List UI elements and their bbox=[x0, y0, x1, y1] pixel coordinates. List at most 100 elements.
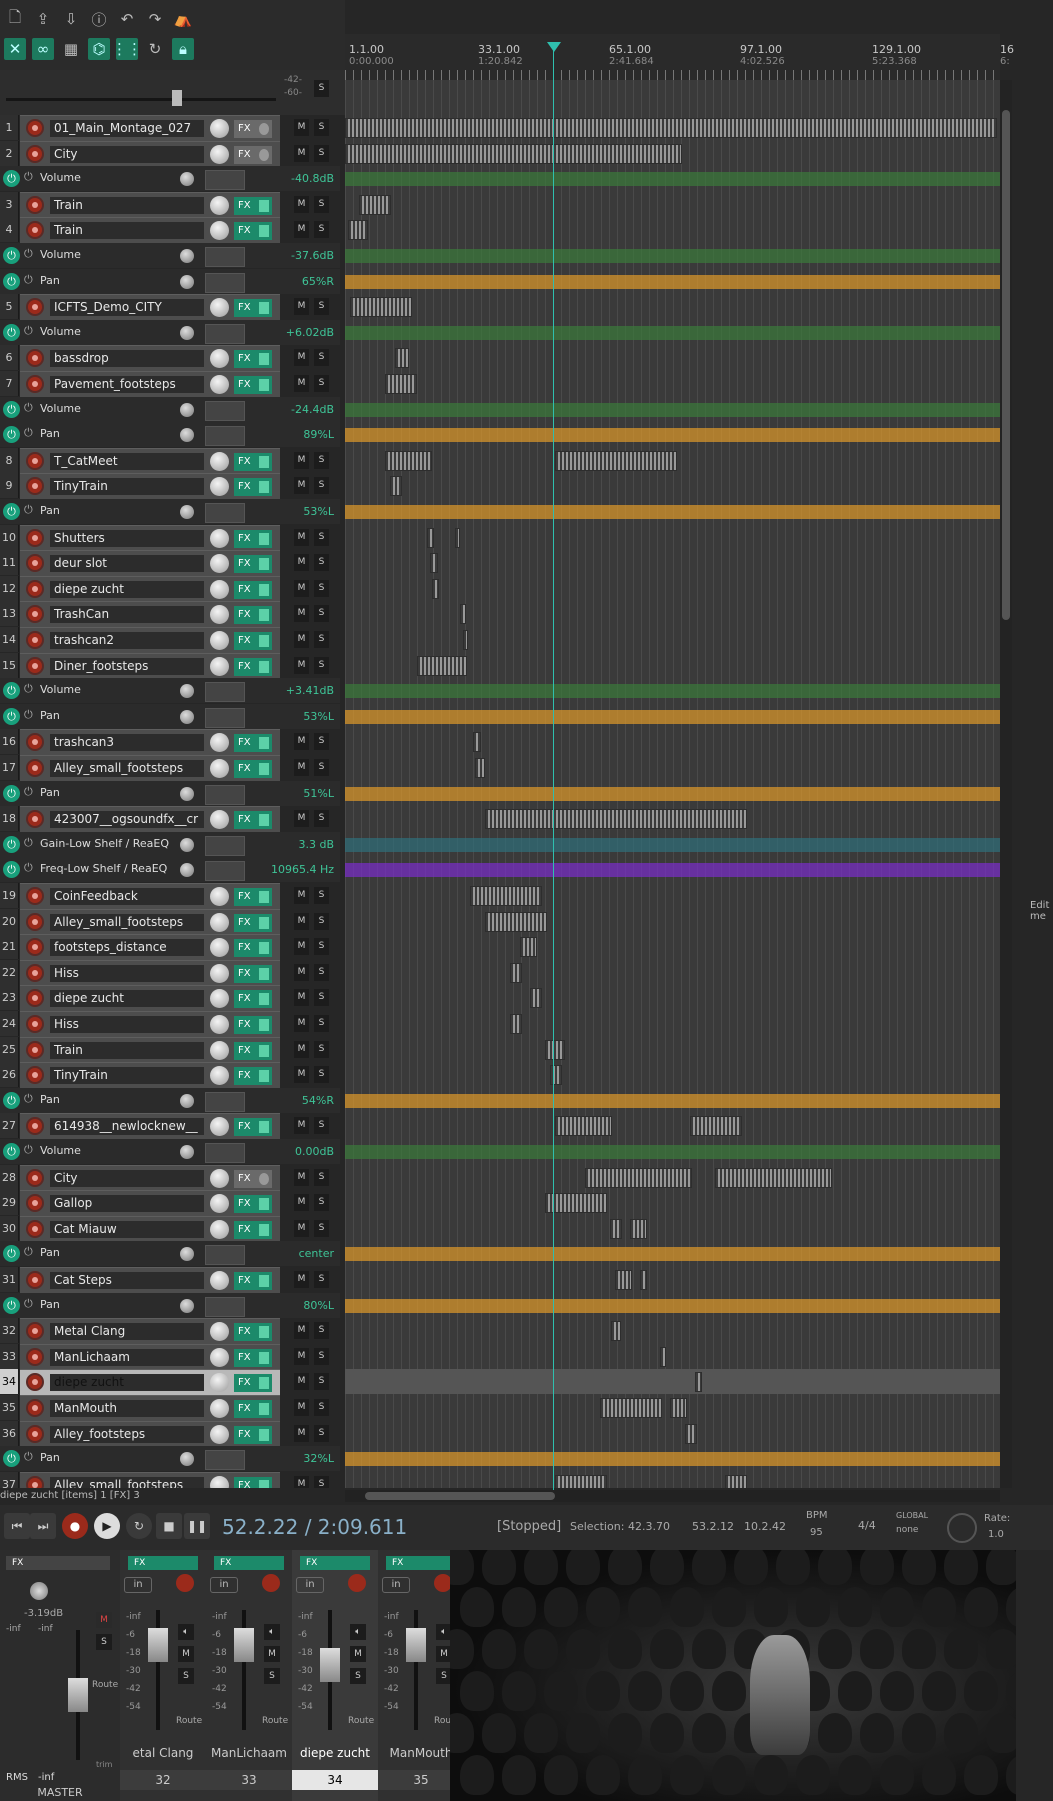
track-lane[interactable] bbox=[345, 345, 1000, 370]
mixer-strip[interactable]: FX in -inf -6 -18 -30 -42 -54 🔈︎ M S Route ManLichaa… bbox=[206, 1550, 293, 1801]
envelope-mode-box[interactable] bbox=[205, 1143, 245, 1163]
track-row[interactable]: 19 CoinFeedback FX M S bbox=[0, 883, 340, 909]
track-row[interactable]: 11 deur slot FX M S bbox=[0, 550, 340, 577]
envelope-lane-area[interactable] bbox=[345, 243, 1000, 268]
media-item[interactable] bbox=[510, 1014, 522, 1034]
envelope-lane-area[interactable] bbox=[345, 857, 1000, 882]
track-name-field[interactable]: trashcan3 bbox=[50, 734, 204, 752]
volume-knob[interactable] bbox=[210, 1194, 229, 1214]
playhead-cursor[interactable] bbox=[553, 42, 554, 1490]
record-arm-button[interactable] bbox=[26, 1194, 44, 1213]
automation-envelope[interactable] bbox=[345, 402, 1000, 417]
envelope-mode-box[interactable] bbox=[205, 707, 245, 728]
track-name-field[interactable]: 01_Main_Montage_027 bbox=[50, 120, 204, 137]
solo-button[interactable]: S bbox=[314, 887, 329, 904]
track-row[interactable]: 24 Hiss FX M S bbox=[0, 1011, 340, 1037]
automation-envelope[interactable] bbox=[345, 837, 1000, 852]
track-lane[interactable] bbox=[345, 141, 1000, 166]
envelope-knob[interactable] bbox=[180, 837, 194, 852]
fx-button[interactable]: FX bbox=[234, 1400, 272, 1418]
track-number[interactable]: 33 bbox=[0, 1343, 19, 1369]
track-lane[interactable] bbox=[345, 371, 1000, 396]
master-mute-button[interactable]: M bbox=[96, 1612, 112, 1628]
media-item[interactable] bbox=[545, 1039, 565, 1060]
envelope-lane-area[interactable] bbox=[345, 422, 1000, 447]
media-item[interactable] bbox=[348, 220, 368, 241]
video-window[interactable] bbox=[450, 1550, 1016, 1801]
volume-knob[interactable] bbox=[210, 759, 229, 778]
track-number[interactable]: 13 bbox=[0, 601, 19, 627]
fx-button[interactable]: FX bbox=[234, 555, 272, 574]
media-item[interactable] bbox=[695, 1372, 702, 1393]
envelope-bypass-icon[interactable]: ⏻ bbox=[3, 247, 20, 264]
solo-button[interactable]: S bbox=[314, 528, 329, 546]
fx-button[interactable]: FX bbox=[234, 1425, 272, 1444]
track-lane[interactable] bbox=[345, 1318, 1000, 1343]
fx-button[interactable]: FX bbox=[234, 1476, 272, 1488]
media-item[interactable] bbox=[510, 962, 522, 983]
strip-fx-button[interactable]: FX bbox=[386, 1556, 456, 1570]
solo-button[interactable]: S bbox=[314, 1066, 329, 1084]
volume-knob[interactable] bbox=[210, 1322, 229, 1342]
track-lane[interactable] bbox=[345, 448, 1000, 473]
media-item[interactable] bbox=[359, 194, 391, 215]
automation-envelope[interactable] bbox=[345, 505, 1000, 519]
automation-envelope[interactable] bbox=[345, 1247, 1000, 1262]
automation-envelope[interactable] bbox=[345, 709, 1000, 724]
envelope-lane[interactable]: ⏻ ⏻ Pan 51%L bbox=[0, 780, 340, 806]
track-name-field[interactable]: trashcan2 bbox=[50, 632, 204, 649]
envelope-power-icon[interactable]: ⏻ bbox=[24, 426, 33, 440]
strip-name[interactable]: diepe zucht bbox=[292, 1746, 378, 1760]
record-arm-button[interactable] bbox=[26, 631, 44, 649]
mute-button[interactable]: M bbox=[294, 554, 309, 572]
envelope-knob[interactable] bbox=[180, 325, 194, 340]
record-arm-button[interactable] bbox=[26, 221, 44, 240]
envelope-mode-box[interactable] bbox=[205, 682, 245, 703]
mute-button[interactable]: M bbox=[294, 759, 309, 776]
track-number[interactable]: 14 bbox=[0, 627, 19, 652]
envelope-bypass-icon[interactable]: ⏻ bbox=[3, 170, 20, 188]
snap-icon[interactable]: ⌬ bbox=[88, 38, 110, 60]
rate-value[interactable]: 1.0 bbox=[988, 1529, 1004, 1540]
track-number[interactable]: 15 bbox=[0, 652, 19, 678]
volume-knob[interactable] bbox=[210, 1040, 229, 1060]
solo-button[interactable]: S bbox=[314, 375, 329, 392]
rate-knob[interactable] bbox=[947, 1513, 977, 1543]
envelope-lane-area[interactable] bbox=[345, 1139, 1000, 1164]
envelope-mode-box[interactable] bbox=[205, 1296, 245, 1317]
track-number[interactable]: 18 bbox=[0, 806, 19, 832]
record-arm-button[interactable] bbox=[26, 1399, 44, 1417]
timeline-ruler[interactable]: 1.1.00 0:00.000 33.1.00 1:20.842 65.1.00 2:41… bbox=[345, 34, 1014, 81]
mute-button[interactable]: M bbox=[294, 1322, 309, 1340]
record-arm-button[interactable] bbox=[26, 579, 44, 598]
strip-fx-button[interactable]: FX bbox=[128, 1556, 198, 1570]
volume-knob[interactable] bbox=[210, 1373, 229, 1393]
envelope-power-icon[interactable]: ⏻ bbox=[24, 836, 33, 850]
fx-button[interactable]: FX bbox=[234, 964, 272, 983]
track-name-field[interactable]: TinyTrain bbox=[50, 478, 204, 496]
record-button[interactable]: ● bbox=[62, 1513, 88, 1539]
solo-button[interactable]: S bbox=[314, 1424, 329, 1442]
track-header[interactable]: Metal Clang FX bbox=[20, 1318, 280, 1345]
record-arm-button[interactable] bbox=[26, 1475, 44, 1488]
media-item[interactable] bbox=[350, 297, 412, 318]
track-name-field[interactable]: TrashCan bbox=[50, 606, 204, 624]
track-header[interactable]: bassdrop FX bbox=[20, 345, 280, 372]
media-item[interactable] bbox=[611, 1321, 621, 1342]
envelope-lane-area[interactable] bbox=[345, 832, 1000, 857]
mute-button[interactable]: M bbox=[294, 144, 309, 162]
strip-number[interactable]: 32 bbox=[120, 1770, 206, 1790]
track-number[interactable]: 3 bbox=[0, 191, 19, 217]
envelope-power-icon[interactable]: ⏻ bbox=[24, 708, 33, 722]
envelope-knob[interactable] bbox=[180, 1093, 194, 1108]
track-name-field[interactable]: Shutters bbox=[50, 529, 204, 547]
track-number[interactable]: 35 bbox=[0, 1395, 19, 1420]
track-lane[interactable] bbox=[345, 883, 1000, 908]
envelope-lane[interactable]: ⏻ ⏻ Pan 65%R bbox=[0, 268, 340, 294]
volume-knob[interactable] bbox=[210, 887, 229, 906]
track-lane[interactable] bbox=[345, 1011, 1000, 1036]
solo-button[interactable]: S bbox=[314, 1117, 329, 1135]
envelope-lane[interactable]: ⏻ ⏻ Pan 32%L bbox=[0, 1446, 340, 1472]
envelope-lane-area[interactable] bbox=[345, 1446, 1000, 1471]
track-number[interactable]: 37 bbox=[0, 1471, 19, 1488]
